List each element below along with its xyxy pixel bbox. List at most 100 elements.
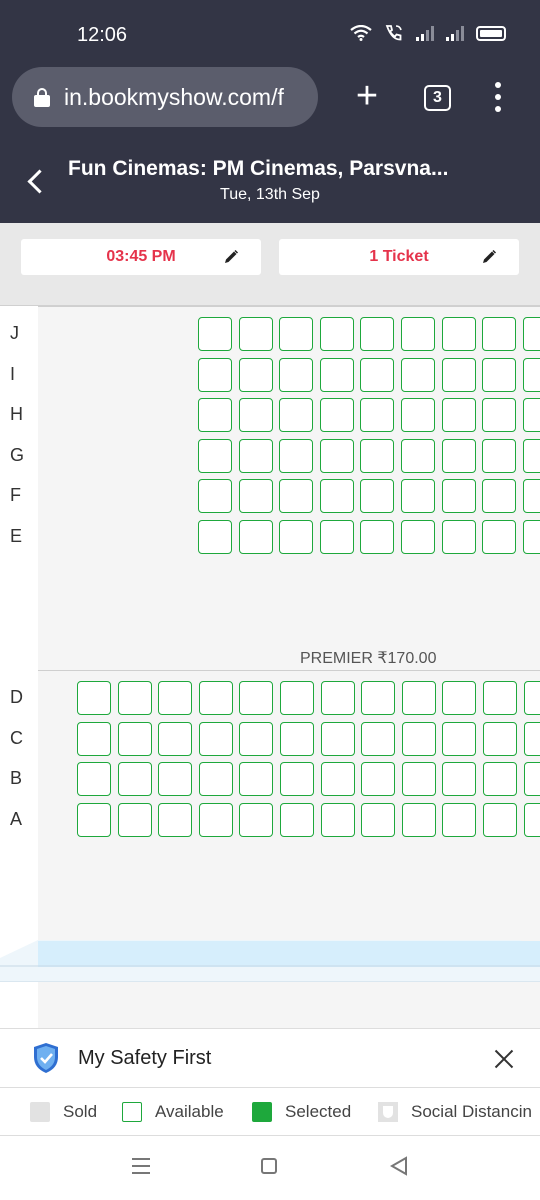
seat-b6[interactable] xyxy=(280,762,314,796)
seat-a9[interactable] xyxy=(402,803,436,837)
seat-d12[interactable] xyxy=(524,681,540,715)
seat-b1[interactable] xyxy=(77,762,111,796)
seat-i2[interactable] xyxy=(239,358,273,392)
seat-b10[interactable] xyxy=(442,762,476,796)
seat-i5[interactable] xyxy=(360,358,394,392)
seat-h5[interactable] xyxy=(360,398,394,432)
seat-f3[interactable] xyxy=(279,479,313,513)
seat-d11[interactable] xyxy=(483,681,517,715)
seat-f2[interactable] xyxy=(239,479,273,513)
seat-i4[interactable] xyxy=(320,358,354,392)
seat-f1[interactable] xyxy=(198,479,232,513)
seat-i8[interactable] xyxy=(482,358,516,392)
seat-h7[interactable] xyxy=(442,398,476,432)
seat-j5[interactable] xyxy=(360,317,394,351)
seat-a2[interactable] xyxy=(118,803,152,837)
seat-i1[interactable] xyxy=(198,358,232,392)
seat-d9[interactable] xyxy=(402,681,436,715)
seat-e8[interactable] xyxy=(482,520,516,554)
seat-d10[interactable] xyxy=(442,681,476,715)
seat-f8[interactable] xyxy=(482,479,516,513)
seat-d2[interactable] xyxy=(118,681,152,715)
browser-menu-button[interactable] xyxy=(494,82,502,112)
seat-c12[interactable] xyxy=(524,722,540,756)
seat-e4[interactable] xyxy=(320,520,354,554)
seat-a8[interactable] xyxy=(361,803,395,837)
seat-f5[interactable] xyxy=(360,479,394,513)
seat-c8[interactable] xyxy=(361,722,395,756)
seat-f7[interactable] xyxy=(442,479,476,513)
seat-a1[interactable] xyxy=(77,803,111,837)
seat-c1[interactable] xyxy=(77,722,111,756)
seat-i9[interactable] xyxy=(523,358,540,392)
seat-b8[interactable] xyxy=(361,762,395,796)
seat-b5[interactable] xyxy=(239,762,273,796)
seat-d8[interactable] xyxy=(361,681,395,715)
seat-e5[interactable] xyxy=(360,520,394,554)
seat-c11[interactable] xyxy=(483,722,517,756)
seat-c5[interactable] xyxy=(239,722,273,756)
ticket-count-selector[interactable]: 1 Ticket xyxy=(279,239,519,275)
seat-a6[interactable] xyxy=(280,803,314,837)
seat-i3[interactable] xyxy=(279,358,313,392)
seat-f6[interactable] xyxy=(401,479,435,513)
seat-j4[interactable] xyxy=(320,317,354,351)
home-icon[interactable] xyxy=(261,1158,277,1174)
seat-e6[interactable] xyxy=(401,520,435,554)
seat-e7[interactable] xyxy=(442,520,476,554)
seat-d1[interactable] xyxy=(77,681,111,715)
seat-h2[interactable] xyxy=(239,398,273,432)
seat-c6[interactable] xyxy=(280,722,314,756)
close-icon[interactable] xyxy=(494,1049,514,1069)
seat-g4[interactable] xyxy=(320,439,354,473)
seat-b12[interactable] xyxy=(524,762,540,796)
showtime-selector[interactable]: 03:45 PM xyxy=(21,239,261,275)
seat-e3[interactable] xyxy=(279,520,313,554)
seat-g3[interactable] xyxy=(279,439,313,473)
seat-b2[interactable] xyxy=(118,762,152,796)
seat-c7[interactable] xyxy=(321,722,355,756)
seat-f4[interactable] xyxy=(320,479,354,513)
seat-a3[interactable] xyxy=(158,803,192,837)
seat-h3[interactable] xyxy=(279,398,313,432)
seat-b7[interactable] xyxy=(321,762,355,796)
seat-i6[interactable] xyxy=(401,358,435,392)
seat-c4[interactable] xyxy=(199,722,233,756)
seat-b9[interactable] xyxy=(402,762,436,796)
seat-b3[interactable] xyxy=(158,762,192,796)
seat-a4[interactable] xyxy=(199,803,233,837)
seat-b4[interactable] xyxy=(199,762,233,796)
new-tab-button[interactable]: + xyxy=(350,77,384,115)
address-bar[interactable]: in.bookmyshow.com/f xyxy=(12,67,318,127)
seat-g8[interactable] xyxy=(482,439,516,473)
seat-h8[interactable] xyxy=(482,398,516,432)
seat-h4[interactable] xyxy=(320,398,354,432)
seat-i7[interactable] xyxy=(442,358,476,392)
seat-a11[interactable] xyxy=(483,803,517,837)
seat-j6[interactable] xyxy=(401,317,435,351)
back-triangle-icon[interactable] xyxy=(390,1156,408,1176)
seat-j7[interactable] xyxy=(442,317,476,351)
seat-c3[interactable] xyxy=(158,722,192,756)
seat-g5[interactable] xyxy=(360,439,394,473)
seat-d7[interactable] xyxy=(321,681,355,715)
seat-g1[interactable] xyxy=(198,439,232,473)
seat-a7[interactable] xyxy=(321,803,355,837)
seat-c10[interactable] xyxy=(442,722,476,756)
recents-icon[interactable] xyxy=(132,1158,150,1174)
seat-b11[interactable] xyxy=(483,762,517,796)
seat-a5[interactable] xyxy=(239,803,273,837)
seat-a12[interactable] xyxy=(524,803,540,837)
safety-banner[interactable]: My Safety First xyxy=(0,1028,540,1088)
seat-h6[interactable] xyxy=(401,398,435,432)
tab-switcher-button[interactable]: 3 xyxy=(424,85,451,111)
seat-h1[interactable] xyxy=(198,398,232,432)
seat-g2[interactable] xyxy=(239,439,273,473)
seat-e9[interactable] xyxy=(523,520,540,554)
seat-d6[interactable] xyxy=(280,681,314,715)
seat-a10[interactable] xyxy=(442,803,476,837)
seat-e2[interactable] xyxy=(239,520,273,554)
seat-c2[interactable] xyxy=(118,722,152,756)
seat-g7[interactable] xyxy=(442,439,476,473)
seat-d3[interactable] xyxy=(158,681,192,715)
